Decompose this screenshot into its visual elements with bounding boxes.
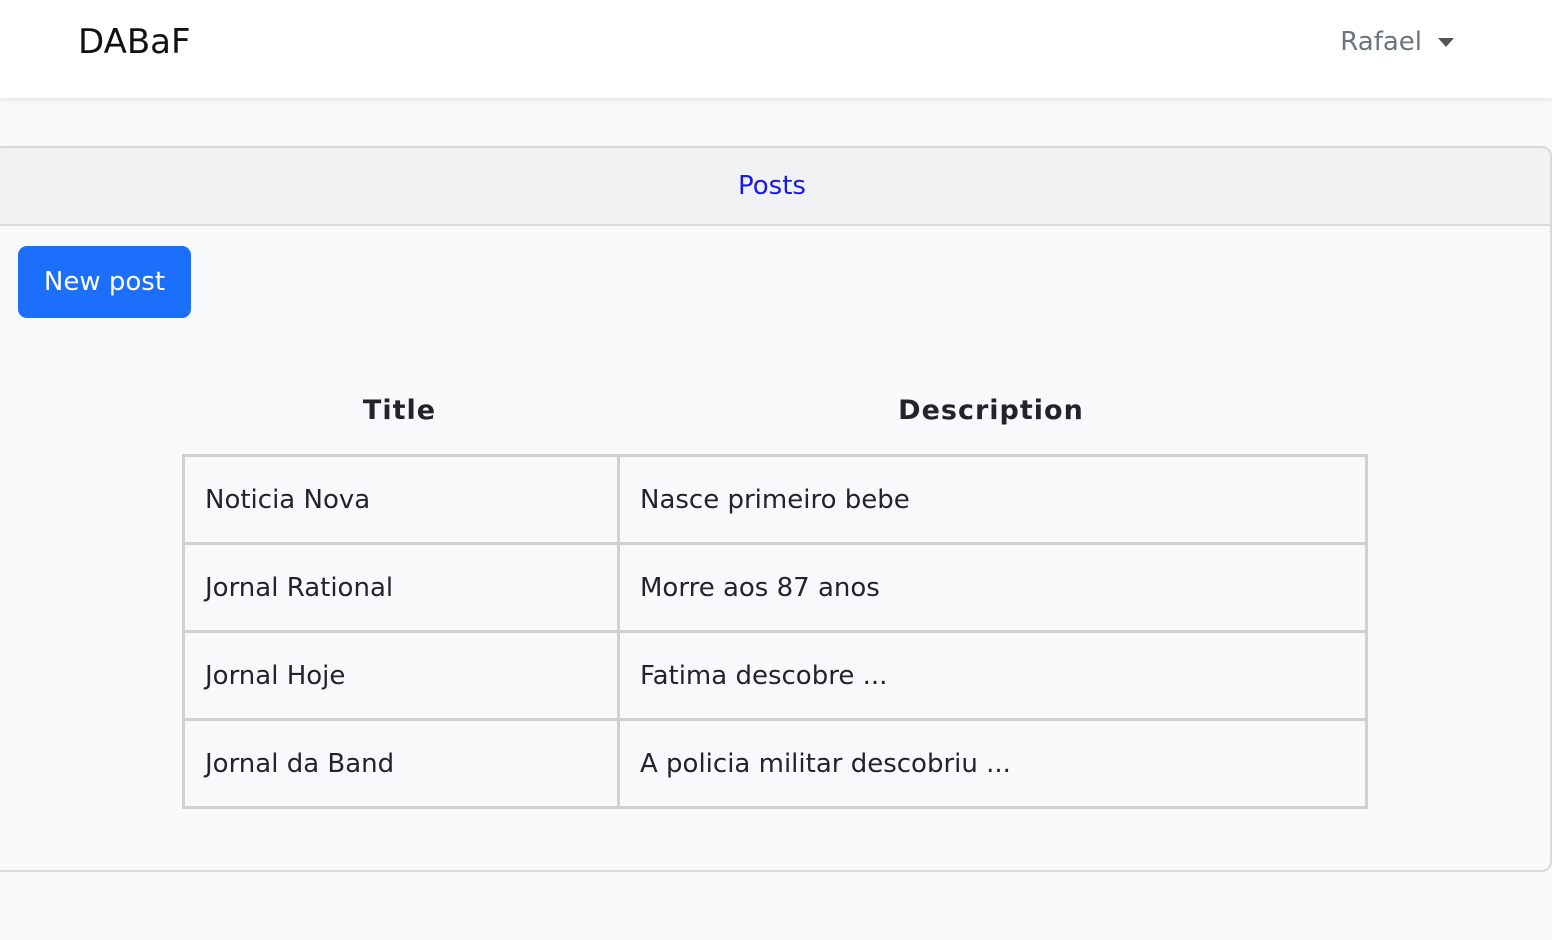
post-description-cell: A policia militar descobriu ... [617,718,1368,809]
posts-link[interactable]: Posts [738,171,806,201]
table-row: Jornal Hoje Fatima descobre ... [182,630,1368,721]
new-post-button[interactable]: New post [18,246,191,318]
column-header-title: Title [362,395,437,426]
navbar: DABaF Rafael [0,0,1552,98]
brand-link[interactable]: DABaF [78,22,191,62]
user-name: Rafael [1340,27,1422,57]
table-row: Noticia Nova Nasce primeiro bebe [182,454,1368,545]
posts-table: Noticia Nova Nasce primeiro bebe Jornal … [182,454,1368,809]
card-header: Posts [0,148,1550,226]
column-header-description: Description [898,395,1084,426]
post-title-cell: Jornal da Band [182,718,620,809]
table-row: Jornal da Band A policia militar descobr… [182,718,1368,809]
post-title-cell: Jornal Hoje [182,630,620,721]
post-description-cell: Nasce primeiro bebe [617,454,1368,545]
post-title-cell: Jornal Rational [182,542,620,633]
table-row: Jornal Rational Morre aos 87 anos [182,542,1368,633]
caret-down-icon [1438,37,1454,47]
post-description-cell: Morre aos 87 anos [617,542,1368,633]
post-description-cell: Fatima descobre ... [617,630,1368,721]
post-title-cell: Noticia Nova [182,454,620,545]
user-dropdown[interactable]: Rafael [1340,25,1454,59]
